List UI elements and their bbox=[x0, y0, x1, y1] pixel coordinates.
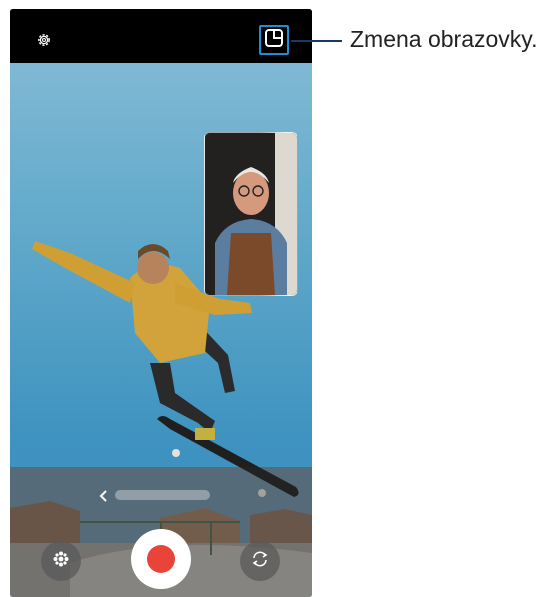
record-icon bbox=[147, 545, 175, 573]
chevron-left-icon[interactable] bbox=[98, 489, 110, 503]
front-camera-preview[interactable] bbox=[204, 132, 298, 296]
gear-icon[interactable] bbox=[36, 32, 52, 48]
effects-button[interactable] bbox=[41, 541, 81, 581]
mode-label-blurred[interactable] bbox=[115, 490, 210, 500]
screen-switch-button[interactable] bbox=[259, 25, 289, 55]
effect-icon bbox=[52, 550, 70, 573]
callout-line bbox=[291, 40, 342, 42]
flip-camera-button[interactable] bbox=[240, 541, 280, 581]
camera-flip-icon bbox=[250, 549, 270, 574]
top-bar bbox=[10, 9, 312, 63]
camera-screen bbox=[10, 9, 312, 597]
person-photo bbox=[205, 133, 297, 295]
record-button[interactable] bbox=[131, 529, 191, 589]
callout-label: Zmena obrazovky. bbox=[350, 26, 538, 52]
screen-layout-icon bbox=[264, 28, 284, 53]
